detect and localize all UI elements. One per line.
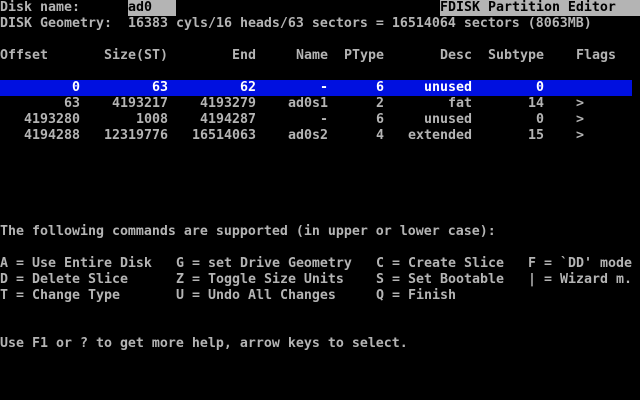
footer-help-text: Use F1 or ? to get more help, arrow keys…	[0, 336, 408, 351]
command-help-line: D = Delete Slice Z = Toggle Size Units S…	[0, 272, 640, 288]
disk-geometry-value: 16383 cyls/16 heads/63 sectors = 1651406…	[128, 16, 592, 31]
disk-geometry-line: DISK Geometry: 16383 cyls/16 heads/63 se…	[0, 16, 640, 32]
cell-offset: 4194288	[24, 128, 80, 143]
command-change-type: T = Change Type	[0, 288, 120, 303]
column-header-end: End	[232, 48, 256, 63]
command-toggle-size-units: Z = Toggle Size Units	[176, 272, 344, 287]
cell-ptype: 4	[376, 128, 384, 143]
cell-offset: 0	[72, 80, 80, 95]
cell-end: 16514063	[192, 128, 256, 143]
cell-size: 12319776	[104, 128, 168, 143]
cell-subtype: 15	[528, 128, 544, 143]
cell-desc: extended	[408, 128, 472, 143]
command-help-line: A = Use Entire Disk G = set Drive Geomet…	[0, 256, 640, 272]
cell-end: 4193279	[200, 96, 256, 111]
cell-size: 63	[152, 80, 168, 95]
command-finish: Q = Finish	[376, 288, 456, 303]
cell-flags	[576, 80, 624, 96]
commands-intro: The following commands are supported (in…	[0, 224, 496, 239]
cell-ptype: 2	[376, 96, 384, 111]
cell-ptype: 6	[376, 80, 384, 95]
cell-name: ad0s1	[288, 96, 328, 111]
cell-size: 4193217	[112, 96, 168, 111]
table-row[interactable]: 63 4193217 4193279 ad0s1 2 fat 14 >	[0, 96, 640, 112]
cell-flags: >	[576, 128, 584, 143]
disk-name-value: ad0	[128, 0, 176, 16]
cell-offset: 63	[64, 96, 80, 111]
cell-ptype: 6	[376, 112, 384, 127]
cell-flags: >	[576, 96, 584, 111]
column-header-desc: Desc	[440, 48, 472, 63]
cell-name: -	[320, 80, 328, 95]
cell-flags: >	[576, 112, 584, 127]
table-row[interactable]: 0 63 62 - 6 unused 0	[0, 80, 632, 96]
cell-subtype: 0	[536, 112, 544, 127]
cell-size: 1008	[136, 112, 168, 127]
command-create-slice: C = Create Slice	[376, 256, 504, 271]
cell-subtype: 0	[536, 80, 544, 95]
column-header-size: Size(ST)	[104, 48, 168, 63]
cell-name: ad0s2	[288, 128, 328, 143]
command-undo-all-changes: U = Undo All Changes	[176, 288, 336, 303]
table-header-row: Offset Size(ST) End Name PType Desc Subt…	[0, 48, 640, 64]
table-row[interactable]: 4193280 1008 4194287 - 6 unused 0 >	[0, 112, 640, 128]
table-row[interactable]: 4194288 12319776 16514063 ad0s2 4 extend…	[0, 128, 640, 144]
command-delete-slice: D = Delete Slice	[0, 272, 128, 287]
cell-offset: 4193280	[24, 112, 80, 127]
column-header-subtype: Subtype	[488, 48, 544, 63]
cell-name: -	[320, 112, 328, 127]
disk-name-label: Disk name:	[0, 0, 80, 15]
page-title: FDISK Partition Editor	[440, 0, 640, 16]
disk-geometry-label: DISK Geometry:	[0, 16, 112, 31]
commands-intro-line: The following commands are supported (in…	[0, 224, 640, 240]
cell-end: 4194287	[200, 112, 256, 127]
cell-end: 62	[240, 80, 256, 95]
footer-help-line: Use F1 or ? to get more help, arrow keys…	[0, 336, 640, 352]
command-wizard-mode: | = Wizard m.	[528, 272, 632, 287]
command-set-drive-geometry: G = set Drive Geometry	[176, 256, 352, 271]
disk-name-line: Disk name: ad0 FDISK Partition Editor	[0, 0, 640, 16]
column-header-name: Name	[296, 48, 328, 63]
column-header-ptype: PType	[344, 48, 384, 63]
column-header-offset: Offset	[0, 48, 48, 63]
cell-desc: fat	[448, 96, 472, 111]
fdisk-partition-editor-screen: Disk name: ad0 FDISK Partition Editor DI…	[0, 0, 640, 400]
command-use-entire-disk: A = Use Entire Disk	[0, 256, 152, 271]
command-help-line: T = Change Type U = Undo All Changes Q =…	[0, 288, 640, 304]
cell-desc: unused	[424, 112, 472, 127]
cell-subtype: 14	[528, 96, 544, 111]
command-set-bootable: S = Set Bootable	[376, 272, 504, 287]
command-dd-mode: F = `DD' mode	[528, 256, 632, 271]
cell-desc: unused	[424, 80, 472, 95]
column-header-flags: Flags	[576, 48, 616, 63]
